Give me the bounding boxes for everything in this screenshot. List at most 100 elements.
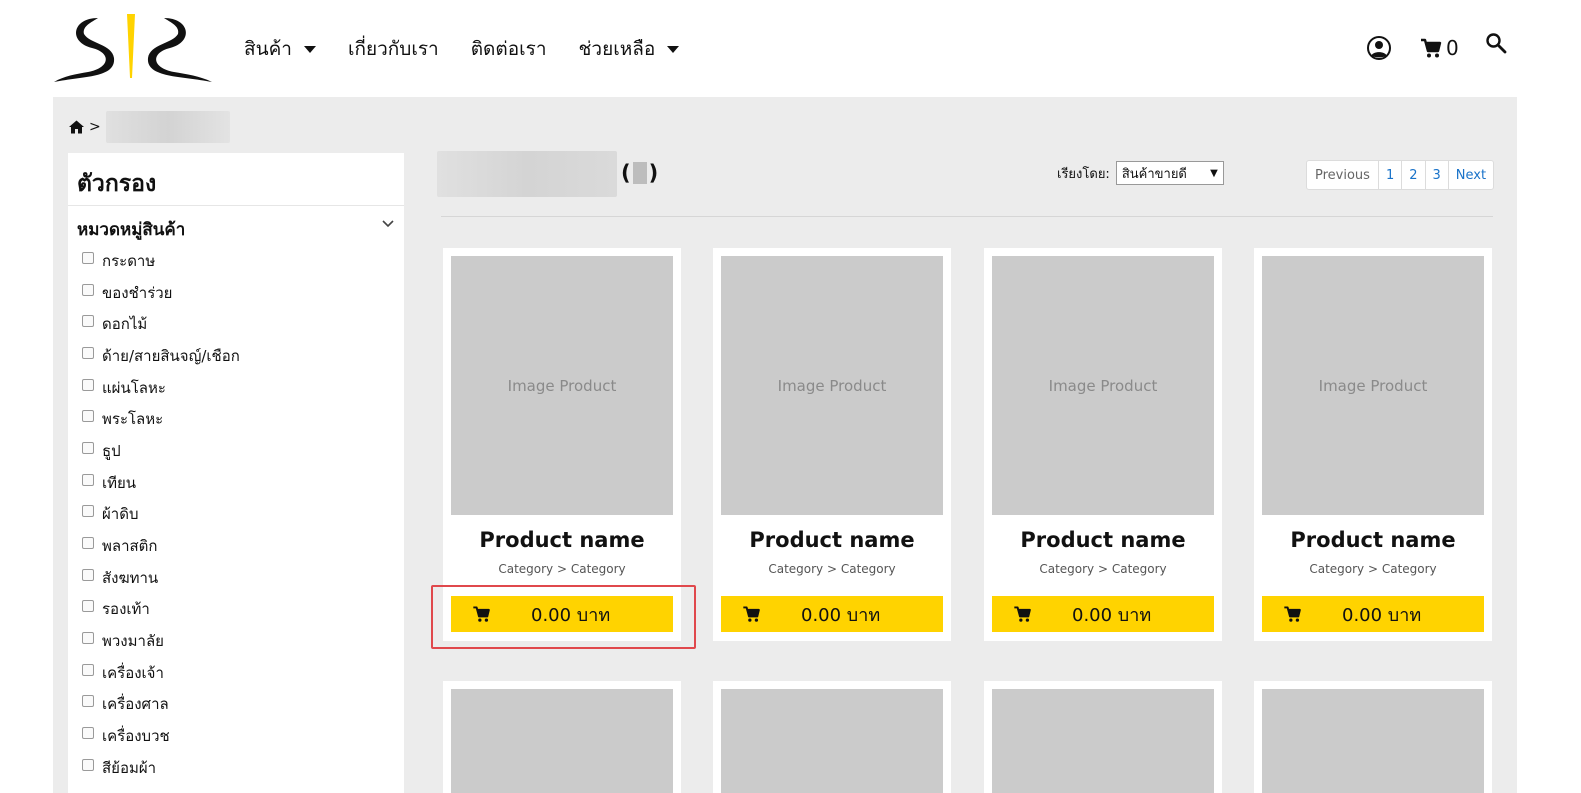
add-to-cart-button[interactable]: 0.00 บาท (451, 596, 673, 632)
filter-option[interactable]: สังฆทาน (82, 562, 395, 594)
filter-title: ตัวกรอง (68, 153, 404, 206)
breadcrumb-separator: > (89, 119, 101, 135)
filter-option[interactable]: เครื่องเจ้า (82, 657, 395, 689)
cart-icon (1284, 606, 1301, 622)
filter-option-label: ผ้าดิบ (102, 505, 139, 524)
product-name[interactable]: Product name (713, 528, 951, 552)
pagination-previous[interactable]: Previous (1307, 161, 1378, 189)
checkbox[interactable] (82, 537, 94, 550)
product-image[interactable]: Image Product (721, 256, 943, 515)
pagination-page-1[interactable]: 1 (1377, 161, 1401, 189)
nav-products[interactable]: สินค้า (244, 34, 316, 64)
product-card[interactable] (713, 681, 951, 793)
filter-option[interactable]: พวงมาลัย (82, 625, 395, 657)
sort-selected-value: สินค้าขายดี (1121, 166, 1187, 182)
sort-label: เรียงโดย: (1057, 166, 1110, 182)
filter-option[interactable]: ของชำร่วย (82, 277, 395, 309)
filter-option-label: เครื่องบวช (102, 727, 170, 746)
product-card[interactable]: Image Product Product name Category > Ca… (443, 248, 681, 641)
filter-option[interactable]: แผ่นโลหะ (82, 372, 395, 404)
checkbox[interactable] (82, 695, 94, 708)
filter-option[interactable]: เครื่องบวช (82, 720, 395, 752)
product-category: Category > Category (768, 562, 896, 576)
checkbox[interactable] (82, 473, 94, 486)
checkbox[interactable] (82, 505, 94, 518)
checkbox[interactable] (82, 410, 94, 423)
main-nav: สินค้า เกี่ยวกับเรา ติดต่อเรา ช่วยเหลือ (244, 36, 711, 62)
filter-option[interactable]: ดอกไม้ (82, 308, 395, 340)
product-image[interactable]: Image Product (1262, 256, 1484, 515)
filter-option[interactable]: เครื่องศาล (82, 689, 395, 721)
product-price: 0.00 บาท (801, 604, 881, 626)
product-category: Category > Category (498, 562, 626, 576)
nav-help-label: ช่วยเหลือ (578, 38, 656, 60)
nav-about[interactable]: เกี่ยวกับเรา (348, 34, 439, 64)
cart-icon[interactable] (1420, 37, 1442, 59)
product-image[interactable] (1262, 689, 1484, 793)
nav-contact[interactable]: ติดต่อเรา (471, 34, 547, 64)
filter-option[interactable]: ด้าย/สายสินจญ์/เชือก (82, 340, 395, 372)
product-card[interactable] (984, 681, 1222, 793)
filter-option[interactable]: กระดาษ (82, 245, 395, 277)
product-card[interactable]: Image Product Product name Category > Ca… (713, 248, 951, 641)
checkbox[interactable] (82, 632, 94, 645)
checkbox[interactable] (82, 568, 94, 581)
nav-help[interactable]: ช่วยเหลือ (579, 34, 680, 64)
checkbox[interactable] (82, 283, 94, 296)
filter-option-label: สีย้อมผ้า (102, 758, 157, 777)
chevron-down-icon (667, 45, 680, 53)
filter-option[interactable]: ผ้าดิบ (82, 499, 395, 531)
filter-option[interactable]: สีย้อมผ้า (82, 752, 395, 784)
product-name[interactable]: Product name (1254, 528, 1492, 552)
product-image[interactable] (992, 689, 1214, 793)
checkbox[interactable] (82, 315, 94, 328)
filter-option-label: เทียน (102, 473, 137, 492)
checkbox[interactable] (82, 378, 94, 391)
product-image[interactable]: Image Product (451, 256, 673, 515)
filter-option[interactable]: เทียน (82, 467, 395, 499)
filter-option[interactable]: รองเท้า (82, 594, 395, 626)
add-to-cart-button[interactable]: 0.00 บาท (992, 596, 1214, 632)
cart-count[interactable]: 0 (1446, 36, 1459, 60)
breadcrumb-current-blurred (105, 111, 230, 143)
filter-option[interactable]: พลาสติก (82, 530, 395, 562)
checkbox[interactable] (82, 663, 94, 676)
brand-logo[interactable] (54, 12, 212, 84)
count-close-paren: ) (648, 161, 659, 185)
category-checkbox-list: กระดาษ ของชำร่วย ดอกไม้ ด้าย/สายสินจญ์/เชือ… (77, 245, 395, 784)
product-name[interactable]: Product name (984, 528, 1222, 552)
product-category: Category > Category (1309, 562, 1437, 576)
filter-option-label: เครื่องศาล (102, 695, 169, 714)
product-image[interactable] (721, 689, 943, 793)
chevron-down-icon[interactable] (382, 220, 394, 228)
filter-option[interactable]: พระโลหะ (82, 403, 395, 435)
product-card[interactable] (443, 681, 681, 793)
home-icon[interactable] (69, 120, 84, 134)
sort-select[interactable]: สินค้าขายดี ▼ (1115, 161, 1224, 185)
pagination-next[interactable]: Next (1447, 161, 1493, 189)
checkbox[interactable] (82, 758, 94, 771)
product-card[interactable]: Image Product Product name Category > Ca… (1254, 248, 1492, 641)
user-icon[interactable] (1366, 35, 1392, 61)
checkbox[interactable] (82, 251, 94, 264)
product-image[interactable] (451, 689, 673, 793)
add-to-cart-button[interactable]: 0.00 บาท (721, 596, 943, 632)
checkbox[interactable] (82, 727, 94, 740)
product-price: 0.00 บาท (1342, 604, 1422, 626)
pagination-page-2[interactable]: 2 (1401, 161, 1424, 189)
filter-group-title[interactable]: หมวดหมู่สินค้า (77, 216, 395, 243)
pagination-page-3[interactable]: 3 (1424, 161, 1448, 189)
checkbox[interactable] (82, 346, 94, 359)
product-card[interactable]: Image Product Product name Category > Ca… (984, 248, 1222, 641)
checkbox[interactable] (82, 441, 94, 454)
product-image[interactable]: Image Product (992, 256, 1214, 515)
site-header: สินค้า เกี่ยวกับเรา ติดต่อเรา ช่วยเหลือ … (0, 0, 1581, 97)
product-card[interactable] (1254, 681, 1492, 793)
filter-option[interactable]: ธูป (82, 435, 395, 467)
search-icon[interactable] (1485, 32, 1507, 54)
count-open-paren: ( (621, 161, 631, 185)
product-name[interactable]: Product name (443, 528, 681, 552)
checkbox[interactable] (82, 600, 94, 613)
add-to-cart-button[interactable]: 0.00 บาท (1262, 596, 1484, 632)
nav-contact-label: ติดต่อเรา (470, 38, 547, 60)
